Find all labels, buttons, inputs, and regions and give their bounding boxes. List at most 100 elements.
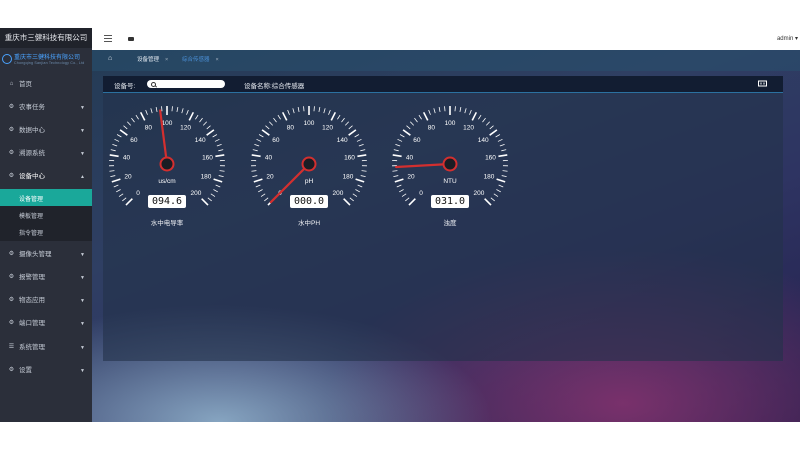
tab-device-management[interactable]: 设备管理 × bbox=[137, 55, 168, 66]
gauge-minor-tick bbox=[287, 109, 290, 115]
sidebar-item-label: 农事任务 bbox=[19, 104, 45, 111]
gauge-tick-label: 0 bbox=[419, 190, 423, 197]
sidebar-item[interactable]: ⌂ 首页 bbox=[0, 75, 92, 95]
gauge-major-tick bbox=[206, 129, 215, 136]
gauge-tick-label: 120 bbox=[322, 124, 333, 131]
gauge-tick-label: 20 bbox=[407, 174, 415, 181]
gauge-minor-tick bbox=[258, 134, 264, 138]
sidebar-item[interactable]: ☰ 系统管理 ▼ bbox=[0, 338, 92, 358]
gauge-minor-tick bbox=[395, 143, 401, 147]
sidebar-item-label: 摄像头管理 bbox=[19, 251, 52, 258]
gauge-minor-tick bbox=[464, 108, 467, 114]
gauge-major-tick bbox=[357, 154, 367, 158]
gauge-minor-tick bbox=[501, 149, 507, 152]
gauge-minor-tick bbox=[348, 125, 353, 130]
gauge-major-tick bbox=[111, 178, 121, 183]
gauge: 0 20 40 60 80 100 120 140 160 180 200 NTU 031.0 浊度 bbox=[385, 92, 515, 227]
gauge-minor-tick bbox=[252, 149, 258, 152]
sidebar-item-label: 端口管理 bbox=[19, 320, 45, 327]
gauge-minor-tick bbox=[255, 184, 261, 188]
sidebar-item[interactable]: ⚙ 设置 ▼ bbox=[0, 361, 92, 381]
home-tab-icon[interactable]: ⌂ bbox=[108, 55, 116, 63]
gauge: 0 20 40 60 80 100 120 140 160 180 200 us/cm 094.6 水中电… bbox=[102, 92, 232, 227]
gauge-major-tick bbox=[348, 129, 357, 136]
gauge-minor-tick bbox=[495, 134, 501, 138]
gauge-minor-tick bbox=[414, 117, 418, 123]
submenu-item[interactable]: 模板管理 bbox=[0, 206, 92, 223]
sidebar-item-label: 数据中心 bbox=[19, 127, 45, 134]
gauge-major-tick bbox=[402, 129, 411, 136]
user-menu[interactable]: admin ▾ bbox=[777, 35, 798, 42]
chevron-down-icon: ▼ bbox=[80, 321, 85, 327]
sidebar-item[interactable]: ⚙ 设备中心 ▲ bbox=[0, 167, 92, 187]
gauge-minor-tick bbox=[356, 138, 362, 142]
gauge-major-tick bbox=[471, 111, 478, 121]
gauge-tick-label: 60 bbox=[130, 137, 138, 144]
close-icon[interactable]: × bbox=[165, 57, 168, 63]
gauge-tick-label: 140 bbox=[195, 137, 206, 144]
gauge-dial: 0 20 40 60 80 100 120 140 160 180 200 us/cm bbox=[109, 106, 225, 206]
gauge-minor-tick bbox=[254, 143, 260, 147]
device-number-input[interactable] bbox=[157, 80, 221, 88]
chevron-down-icon: ▼ bbox=[80, 368, 85, 374]
gauge-major-tick bbox=[109, 154, 119, 158]
sidebar-item[interactable]: ⚙ 溯源系统 ▼ bbox=[0, 144, 92, 164]
gauge-tick-label: 0 bbox=[136, 190, 140, 197]
device-search-box[interactable] bbox=[147, 80, 225, 88]
gauge-minor-tick bbox=[216, 143, 222, 147]
app-title: 重庆市三健科技有限公司 bbox=[0, 28, 92, 48]
submenu-item[interactable]: 指令管理 bbox=[0, 223, 92, 240]
gauge-tick-label: 120 bbox=[463, 124, 474, 131]
gauge-minor-tick bbox=[199, 117, 203, 123]
sidebar-item[interactable]: ⚙ 农事任务 ▼ bbox=[0, 98, 92, 118]
sidebar-item[interactable]: ⚙ 摄像头管理 ▼ bbox=[0, 245, 92, 265]
sidebar-item[interactable]: ⚙ 报警管理 ▼ bbox=[0, 268, 92, 288]
gauge-caption: 水中电导率 bbox=[150, 220, 184, 227]
gauge-minor-tick bbox=[265, 125, 270, 130]
brand-logo-block: 重庆市三健科技有限公司 Chongqing Sanjian Technology… bbox=[0, 50, 92, 69]
gauge-major-tick bbox=[394, 178, 404, 183]
gauge-major-tick bbox=[215, 154, 225, 158]
sidebar-item[interactable]: ⚙ 物态应用 ▼ bbox=[0, 291, 92, 311]
gauge-minor-tick bbox=[433, 108, 436, 114]
gauge-tick-label: 160 bbox=[344, 155, 355, 162]
gauge-tick-label: 200 bbox=[191, 190, 202, 197]
device-number-label: 设备号: bbox=[114, 83, 136, 90]
gauge-needle bbox=[159, 109, 169, 166]
company-logo-icon bbox=[2, 54, 12, 64]
gauge-minor-tick bbox=[354, 134, 360, 138]
gauge-minor-tick bbox=[277, 114, 281, 120]
refresh-icon[interactable] bbox=[758, 80, 767, 87]
gauge-readout: 000.0 bbox=[290, 195, 328, 208]
submenu-item-label: 设备管理 bbox=[19, 197, 44, 203]
brand-name-en: Chongqing Sanjian Technology Co., Ltd bbox=[14, 61, 85, 65]
gauge-minor-tick bbox=[341, 117, 345, 123]
gear-icon: ⚙ bbox=[8, 104, 15, 110]
close-icon[interactable]: × bbox=[216, 57, 219, 63]
fullscreen-icon[interactable] bbox=[128, 37, 134, 41]
gauge-minor-tick bbox=[489, 125, 494, 130]
gauge-minor-tick bbox=[357, 184, 363, 188]
gauge-readout: 094.6 bbox=[148, 195, 186, 208]
gauge-minor-tick bbox=[355, 189, 361, 193]
tab-bar: ⌂ 设备管理 × 综合传感器 × bbox=[92, 50, 800, 71]
gauge-tick-label: 100 bbox=[445, 120, 456, 127]
sidebar-item[interactable]: ⚙ 端口管理 ▼ bbox=[0, 314, 92, 334]
chevron-down-icon: ▼ bbox=[80, 105, 85, 111]
gauge-minor-tick bbox=[251, 170, 257, 172]
gauge-tick-label: 60 bbox=[413, 137, 421, 144]
gauge-unit: us/cm bbox=[158, 178, 175, 185]
device-center-submenu: 设备管理模板管理 指令管理 bbox=[0, 189, 92, 241]
tab-sensor[interactable]: 综合传感器 × bbox=[182, 55, 219, 66]
gauge-minor-tick bbox=[482, 117, 486, 123]
submenu-item[interactable]: 设备管理 bbox=[0, 189, 92, 206]
sidebar-item[interactable]: ⚙ 数据中心 ▼ bbox=[0, 121, 92, 141]
tab-label: 综合传感器 bbox=[182, 57, 210, 63]
gauge-minor-tick bbox=[438, 106, 441, 113]
gauge-tick-label: 100 bbox=[304, 120, 315, 127]
gauge-major-tick bbox=[119, 129, 128, 136]
gauge-minor-tick bbox=[256, 138, 262, 142]
gauge-major-tick bbox=[330, 111, 337, 121]
menu-toggle-icon[interactable] bbox=[104, 35, 112, 42]
gauge-major-tick bbox=[251, 154, 261, 158]
